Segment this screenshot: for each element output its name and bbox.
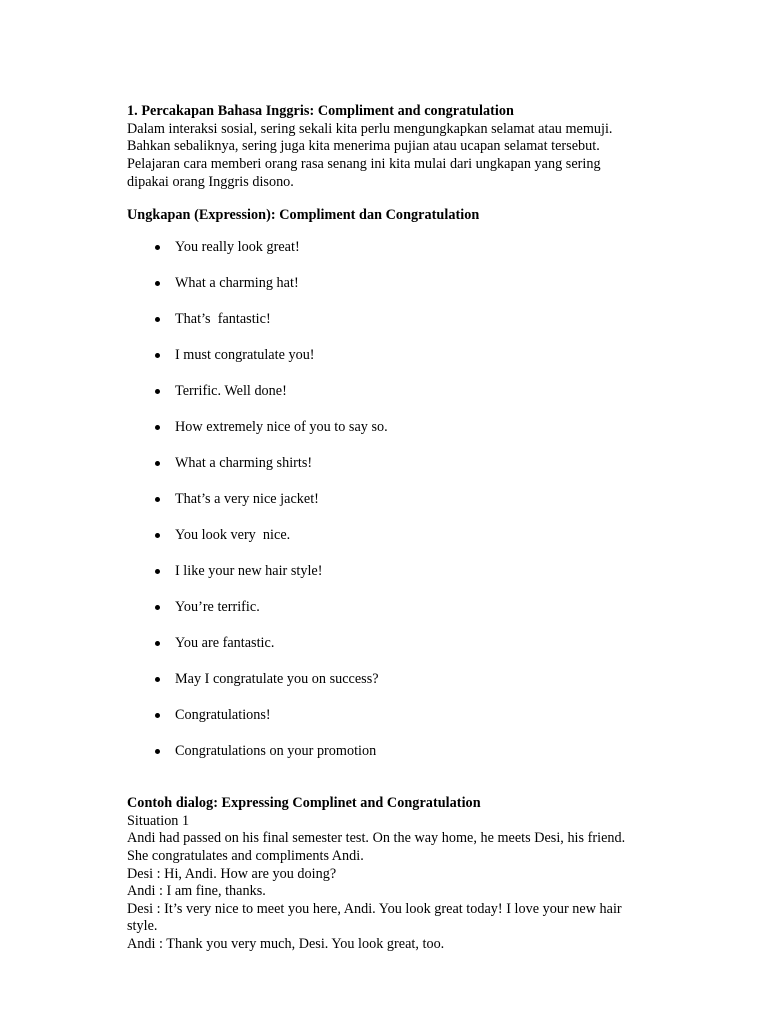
list-item-label: What a charming hat!	[175, 275, 299, 291]
list-item-label: That’s a very nice jacket!	[175, 491, 319, 507]
dialog-narration: Andi had passed on his final semester te…	[127, 830, 626, 864]
section-dialog: Contoh dialog: Expressing Complinet and …	[127, 795, 670, 954]
bullet-icon	[155, 461, 160, 466]
dialog-line: Desi : Hi, Andi. How are you doing?	[127, 865, 337, 882]
document-content: 1. Percakapan Bahasa Inggris: Compliment…	[127, 103, 670, 954]
section-heading-percakapan: 1. Percakapan Bahasa Inggris: Compliment…	[127, 103, 514, 119]
bullet-icon	[155, 677, 160, 682]
list-item-label: You look very nice.	[175, 527, 291, 543]
bullet-icon	[155, 497, 160, 502]
list-item-label: You are fantastic.	[175, 635, 275, 651]
list-item: That’s fantastic!	[127, 311, 670, 347]
dialog-line: Desi : It’s very nice to meet you here, …	[127, 900, 622, 935]
section-heading-contoh-dialog: Contoh dialog: Expressing Complinet and …	[127, 795, 481, 811]
expression-list: You really look great! What a charming h…	[127, 239, 670, 779]
list-item-label: You’re terrific.	[175, 599, 260, 615]
list-item: How extremely nice of you to say so.	[127, 419, 670, 455]
bullet-icon	[155, 605, 160, 610]
bullet-icon	[155, 281, 160, 286]
section-paragraph-percakapan: Dalam interaksi sosial, sering sekali ki…	[127, 120, 613, 190]
list-item: I must congratulate you!	[127, 347, 670, 383]
list-item-label: You really look great!	[175, 239, 300, 255]
bullet-icon	[155, 389, 160, 394]
bullet-icon	[155, 353, 160, 358]
list-item: Congratulations!	[127, 707, 670, 743]
list-item-label: Terrific. Well done!	[175, 383, 287, 399]
bullet-icon	[155, 317, 160, 322]
list-item-label: What a charming shirts!	[175, 455, 313, 471]
dialog-line-list: Desi : Hi, Andi. How are you doing? Andi…	[127, 866, 670, 954]
bullet-icon	[155, 425, 160, 430]
spacer-after-expressions-heading	[127, 225, 670, 239]
bullet-icon	[155, 245, 160, 250]
section-heading-ungkapan: Ungkapan (Expression): Compliment dan Co…	[127, 207, 480, 224]
list-item: You look very nice.	[127, 527, 670, 563]
list-item-label: May I congratulate you on success?	[175, 671, 379, 687]
list-item-label: I like your new hair style!	[175, 563, 323, 579]
list-item: You really look great!	[127, 239, 670, 275]
section-percakapan: 1. Percakapan Bahasa Inggris: Compliment…	[127, 103, 670, 191]
list-item: What a charming hat!	[127, 275, 670, 311]
list-item: That’s a very nice jacket!	[127, 491, 670, 527]
bullet-icon	[155, 641, 160, 646]
list-item: What a charming shirts!	[127, 455, 670, 491]
bullet-icon	[155, 713, 160, 718]
dialog-line: Andi : Thank you very much, Desi. You lo…	[127, 936, 445, 953]
list-item-label: Congratulations!	[175, 707, 271, 723]
list-item-label: Congratulations on your promotion	[175, 743, 377, 759]
list-item: You’re terrific.	[127, 599, 670, 635]
list-item: Congratulations on your promotion	[127, 743, 670, 779]
dialog-line: Andi : I am fine, thanks.	[127, 883, 266, 900]
spacer-before-expressions	[127, 191, 670, 207]
list-item: I like your new hair style!	[127, 563, 670, 599]
document-page: 1. Percakapan Bahasa Inggris: Compliment…	[0, 0, 768, 1024]
list-item: You are fantastic.	[127, 635, 670, 671]
bullet-icon	[155, 533, 160, 538]
list-item-label: I must congratulate you!	[175, 347, 315, 363]
list-item: Terrific. Well done!	[127, 383, 670, 419]
bullet-icon	[155, 569, 160, 574]
spacer-before-dialog	[127, 779, 670, 795]
section-expressions: Ungkapan (Expression): Compliment dan Co…	[127, 207, 670, 779]
list-item-label: That’s fantastic!	[175, 311, 271, 327]
list-item-label: How extremely nice of you to say so.	[175, 419, 388, 435]
bullet-icon	[155, 749, 160, 754]
situation-label: Situation 1	[127, 812, 190, 829]
list-item: May I congratulate you on success?	[127, 671, 670, 707]
